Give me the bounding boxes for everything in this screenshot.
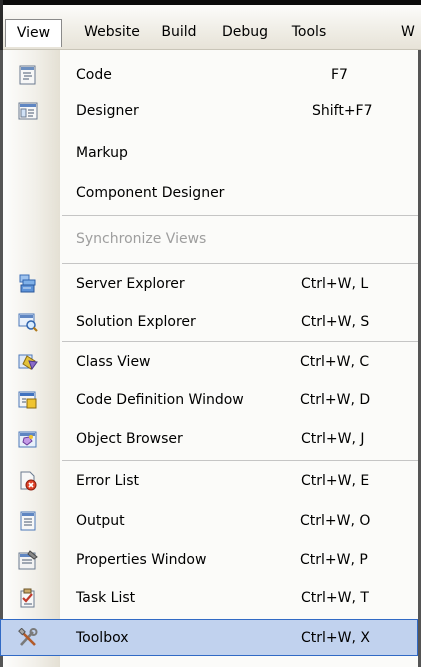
menu-separator xyxy=(62,460,418,462)
menu-item-label: Code xyxy=(76,67,112,83)
menu-item-label: Code Definition Window xyxy=(76,392,244,408)
menu-debug[interactable]: Debug xyxy=(216,19,274,47)
window-top-edge xyxy=(0,0,421,5)
menu-item-label: Properties Window xyxy=(76,552,207,568)
menu-item-properties-window[interactable]: Properties Window Ctrl+W, P xyxy=(0,542,418,578)
menu-website[interactable]: Website xyxy=(76,19,148,47)
task-list-icon xyxy=(18,588,38,608)
menu-item-shortcut: Ctrl+W, E xyxy=(301,473,370,489)
menu-item-component-designer[interactable]: Component Designer xyxy=(0,175,418,211)
designer-icon xyxy=(18,101,38,121)
menu-separator xyxy=(62,341,418,343)
menu-item-label: Solution Explorer xyxy=(76,314,196,330)
menu-item-label: Server Explorer xyxy=(76,276,185,292)
error-list-icon xyxy=(18,471,38,491)
menu-item-toolbox[interactable]: Toolbox Ctrl+W, X xyxy=(0,619,418,656)
menu-item-label: Markup xyxy=(76,145,128,161)
menu-item-shortcut: Ctrl+W, O xyxy=(300,513,371,529)
menu-item-shortcut: Ctrl+W, C xyxy=(300,354,370,370)
menu-tools[interactable]: Tools xyxy=(284,19,334,47)
menu-item-object-browser[interactable]: Object Browser Ctrl+W, J xyxy=(0,421,418,457)
menu-window[interactable]: W xyxy=(401,19,421,47)
menu-item-error-list[interactable]: Error List Ctrl+W, E xyxy=(0,463,418,499)
menu-build[interactable]: Build xyxy=(154,19,204,47)
menu-item-solution-explorer[interactable]: Solution Explorer Ctrl+W, S xyxy=(0,304,418,340)
menu-item-label: Output xyxy=(76,513,125,529)
menu-item-shortcut: Ctrl+W, T xyxy=(301,590,369,606)
menu-item-designer[interactable]: Designer Shift+F7 xyxy=(0,93,418,129)
menu-item-code[interactable]: Code F7 xyxy=(0,57,418,93)
menu-separator xyxy=(62,263,418,265)
view-menu-dropdown: Code F7 Designer Shift+F7 Markup Compone… xyxy=(0,50,421,667)
menu-item-output[interactable]: Output Ctrl+W, O xyxy=(0,503,418,539)
menu-item-markup[interactable]: Markup xyxy=(0,135,418,171)
output-icon xyxy=(18,511,38,531)
menu-item-label: Synchronize Views xyxy=(76,231,207,247)
toolbox-icon xyxy=(18,627,38,648)
menu-item-server-explorer[interactable]: Server Explorer Ctrl+W, L xyxy=(0,266,418,302)
menu-item-shortcut: Ctrl+W, L xyxy=(301,276,369,292)
menu-bar: View Website Build Debug Tools W xyxy=(0,0,421,50)
class-view-icon xyxy=(18,352,38,372)
menu-item-shortcut: Ctrl+W, X xyxy=(301,630,370,646)
menu-item-code-definition-window[interactable]: Code Definition Window Ctrl+W, D xyxy=(0,382,418,418)
menu-item-task-list[interactable]: Task List Ctrl+W, T xyxy=(0,580,418,616)
menu-item-label: Object Browser xyxy=(76,431,183,447)
menu-item-shortcut: Ctrl+W, P xyxy=(300,552,368,568)
menu-item-shortcut: Shift+F7 xyxy=(312,103,373,119)
menu-item-label: Toolbox xyxy=(76,630,129,646)
menu-item-shortcut: Ctrl+W, S xyxy=(301,314,370,330)
menu-view[interactable]: View xyxy=(5,19,62,47)
object-browser-icon xyxy=(18,429,38,449)
code-definition-window-icon xyxy=(18,390,38,410)
menu-item-shortcut: Ctrl+W, D xyxy=(300,392,371,408)
menu-item-shortcut: F7 xyxy=(331,67,348,83)
menu-item-label: Class View xyxy=(76,354,151,370)
menu-item-class-view[interactable]: Class View Ctrl+W, C xyxy=(0,344,418,380)
code-view-icon xyxy=(18,65,38,85)
menu-item-synchronize-views: Synchronize Views xyxy=(0,221,418,257)
server-explorer-icon xyxy=(18,274,38,294)
menu-separator xyxy=(62,215,418,217)
solution-explorer-icon xyxy=(18,312,38,332)
menu-item-label: Designer xyxy=(76,103,139,119)
menu-item-label: Component Designer xyxy=(76,185,225,201)
properties-window-icon xyxy=(18,550,38,570)
menu-item-label: Error List xyxy=(76,473,140,489)
window-left-edge xyxy=(0,0,3,50)
menu-item-shortcut: Ctrl+W, J xyxy=(301,431,365,447)
menu-item-label: Task List xyxy=(76,590,136,606)
